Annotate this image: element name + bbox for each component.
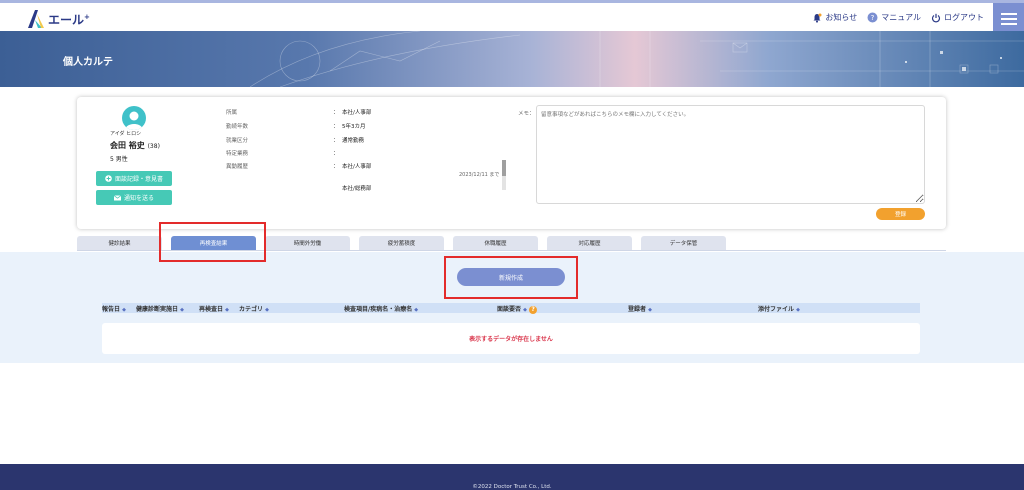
tab-data-storage[interactable]: データ保管 <box>641 236 726 250</box>
tab-health-checkup[interactable]: 健診結果 <box>77 236 162 250</box>
table-header: 報告日 ◆ 健康診断実施日 ◆ 再検査日 ◆ カテゴリ ◆ 検査項目/疾病名・治… <box>102 303 920 314</box>
employee-name: 会田 裕史 (38) <box>110 141 160 150</box>
memo-label: メモ： <box>518 111 535 117</box>
column-category[interactable]: カテゴリ ◆ <box>239 304 269 313</box>
column-recheck-date[interactable]: 再検査日 ◆ <box>199 304 229 313</box>
footer: ©2022 Doctor Trust Co., Ltd. <box>0 464 1024 490</box>
tab-overtime[interactable]: 時間外労働 <box>265 236 350 250</box>
tab-fatigue[interactable]: 疲労蓄積度 <box>359 236 444 250</box>
info-colon: ： <box>333 138 339 144</box>
transfer-history-date: 2023/12/11 まで <box>459 172 500 178</box>
column-test-item[interactable]: 検査項目/疾病名・治療名 ◆ <box>344 304 418 313</box>
power-icon <box>931 13 941 22</box>
history-scroll-thumb[interactable] <box>502 160 506 176</box>
tab-divider <box>77 250 946 251</box>
info-label-transfer-history: 異動履歴 <box>226 164 249 170</box>
column-attachments[interactable]: 添付ファイル ◆ <box>758 304 800 313</box>
bell-icon <box>813 13 822 23</box>
info-value-transfer-history: 本社/人事部 <box>342 164 372 170</box>
info-colon: ： <box>333 151 339 157</box>
copyright-text: ©2022 Doctor Trust Co., Ltd. <box>472 484 552 490</box>
top-nav: お知らせ ? マニュアル ログアウト <box>802 12 984 23</box>
sort-icon: ◆ <box>180 307 184 313</box>
logout-link[interactable]: ログアウト <box>931 12 984 23</box>
tab-response-history[interactable]: 対応履歴 <box>547 236 632 250</box>
send-notification-label: 通知を送る <box>123 195 154 202</box>
menu-icon[interactable] <box>993 3 1024 34</box>
manual-link[interactable]: ? マニュアル <box>867 12 921 23</box>
info-colon: ： <box>333 124 339 130</box>
send-notification-button[interactable]: 通知を送る <box>96 190 172 205</box>
mail-icon <box>113 194 121 200</box>
avatar <box>122 106 146 130</box>
logo-text: エール+ <box>48 12 90 27</box>
column-registrant[interactable]: 登録者 ◆ <box>628 304 652 313</box>
banner-decoration <box>249 31 1024 87</box>
info-label-department: 所属 <box>226 110 238 116</box>
sort-icon: ◆ <box>225 307 229 313</box>
employee-gender: 5 男性 <box>110 156 128 163</box>
column-checkup-date[interactable]: 健康診断実施日 ◆ <box>136 304 184 313</box>
notifications-link[interactable]: お知らせ <box>812 12 857 23</box>
memo-textarea[interactable] <box>536 105 925 204</box>
info-colon: ： <box>333 164 339 170</box>
info-value-work-type: 通常勤務 <box>342 138 365 144</box>
column-interview-required[interactable]: 面談要否 ◆ ? <box>497 304 538 314</box>
empty-state-message: 表示するデータが存在しません <box>102 323 920 354</box>
interview-record-label: 面談記録・意見書 <box>114 176 163 183</box>
logo-mark-icon <box>28 10 44 28</box>
column-report-date[interactable]: 報告日 ◆ <box>102 304 126 313</box>
tab-recheck-results[interactable]: 再検査結果 <box>171 236 256 250</box>
svg-text:?: ? <box>871 14 875 22</box>
profile-card: アイダ ヒロシ 会田 裕史 (38) 5 男性 面談記録・意見書 通知を送る 所… <box>77 97 946 229</box>
sort-icon: ◆ <box>265 307 269 313</box>
employee-name-kana: アイダ ヒロシ <box>110 131 142 137</box>
top-bar: エール+ お知らせ ? マニュアル ログアウト <box>0 0 1024 34</box>
info-label-special-duty: 特定業務 <box>226 151 249 157</box>
info-label-tenure: 勤続年数 <box>226 124 249 130</box>
sort-icon: ◆ <box>414 307 419 313</box>
info-label-work-type: 就業区分 <box>226 138 249 144</box>
manual-label: マニュアル <box>881 13 921 22</box>
info-value-tenure: 5年3カ月 <box>342 124 366 130</box>
plus-circle-icon <box>105 175 112 182</box>
app-logo[interactable]: エール+ <box>26 9 90 29</box>
tab-leave-history[interactable]: 休職履歴 <box>453 236 538 250</box>
employee-age: (38) <box>147 143 160 150</box>
info-value-department: 本社/人事部 <box>342 110 372 116</box>
interview-record-button[interactable]: 面談記録・意見書 <box>96 171 172 186</box>
transfer-history-next: 本社/総務部 <box>342 186 372 192</box>
register-button[interactable]: 登録 <box>876 208 925 220</box>
help-icon: ? <box>867 12 878 23</box>
sort-icon: ◆ <box>648 307 652 313</box>
sort-icon: ◆ <box>796 307 800 313</box>
page-banner: 個人カルテ <box>0 31 1024 87</box>
tab-bar: 健診結果 再検査結果 時間外労働 疲労蓄積度 休職履歴 対応履歴 データ保管 <box>77 236 946 250</box>
logout-label: ログアウト <box>944 13 984 22</box>
sort-icon: ◆ <box>122 307 126 313</box>
help-icon[interactable]: ? <box>529 305 538 314</box>
info-colon: ： <box>333 110 339 116</box>
page-title: 個人カルテ <box>63 57 113 68</box>
create-new-button[interactable]: 新規作成 <box>457 268 565 286</box>
notifications-label: お知らせ <box>825 13 858 22</box>
sort-icon: ◆ <box>523 307 527 313</box>
user-icon <box>125 111 143 130</box>
